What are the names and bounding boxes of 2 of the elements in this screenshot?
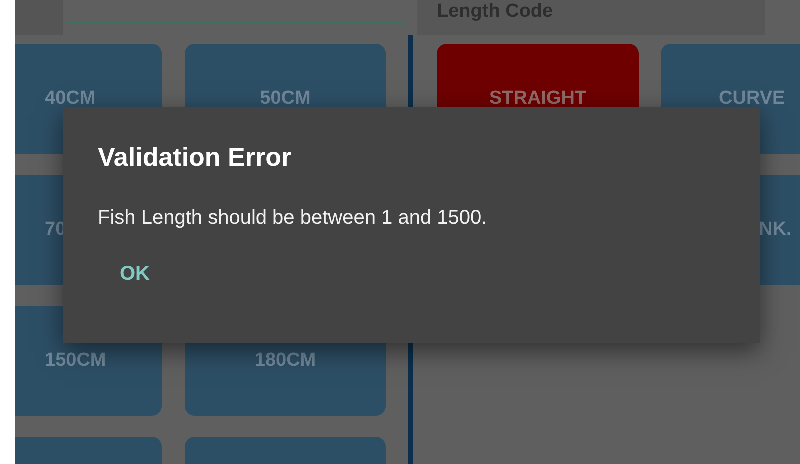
dialog-message: Fish Length should be between 1 and 1500. [98,206,488,231]
ok-button[interactable]: OK [112,255,158,293]
